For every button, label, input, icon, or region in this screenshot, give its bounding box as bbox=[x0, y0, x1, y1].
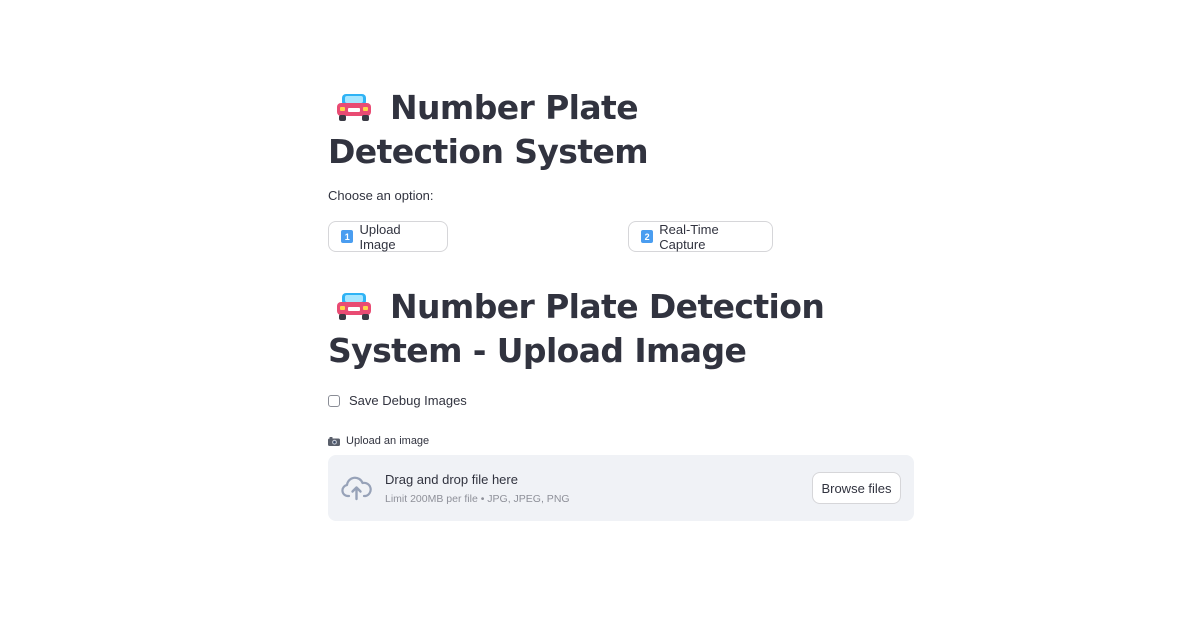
real-time-capture-button[interactable]: 2 Real-Time Capture bbox=[628, 221, 773, 252]
file-dropzone[interactable]: Drag and drop file here Limit 200MB per … bbox=[328, 455, 914, 521]
save-debug-images-label: Save Debug Images bbox=[349, 393, 467, 408]
uploader-label: Upload an image bbox=[328, 435, 429, 447]
car-emoji-icon bbox=[337, 293, 371, 320]
choose-option-label: Choose an option: bbox=[328, 188, 434, 203]
section-title: Number Plate Detection System - Upload I… bbox=[328, 285, 914, 373]
browse-files-button[interactable]: Browse files bbox=[812, 472, 901, 504]
upload-image-button[interactable]: 1 Upload Image bbox=[328, 221, 448, 252]
cloud-upload-icon bbox=[341, 476, 372, 501]
uploader-label-text: Upload an image bbox=[346, 435, 430, 447]
camera-emoji-icon bbox=[328, 436, 340, 446]
upload-image-button-label: Upload Image bbox=[359, 221, 401, 252]
dropzone-subtitle: Limit 200MB per file • JPG, JPEG, PNG bbox=[385, 493, 570, 505]
page-title-text: Number Plate Detection System bbox=[328, 88, 649, 171]
car-emoji-icon bbox=[337, 94, 371, 121]
keycap-one-icon: 1 bbox=[341, 230, 354, 243]
section-title-text: Number Plate Detection System - Upload I… bbox=[328, 287, 825, 370]
real-time-capture-button-label: Real-Time Capture bbox=[659, 221, 719, 252]
keycap-two-icon: 2 bbox=[641, 230, 654, 243]
save-debug-images-checkbox-row[interactable]: Save Debug Images bbox=[328, 393, 467, 408]
save-debug-images-checkbox[interactable] bbox=[328, 394, 340, 407]
page-title: Number Plate Detection System bbox=[328, 86, 808, 174]
dropzone-title: Drag and drop file here bbox=[385, 472, 518, 487]
